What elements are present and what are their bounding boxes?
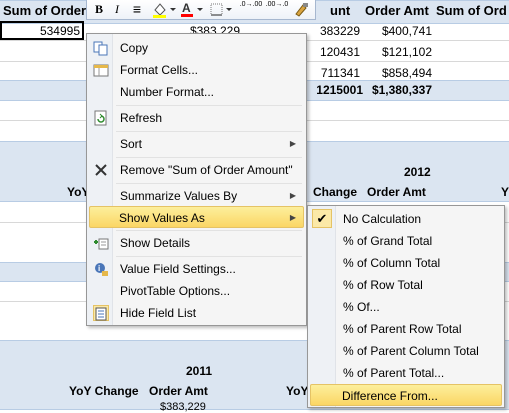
format-painter-icon [295,3,308,17]
header-amount[interactable]: unt [330,3,350,18]
bottom-partial-value: $383,229 [160,401,206,413]
show-details-icon [93,235,109,251]
menu-item-sort[interactable]: Sort ▶ [89,133,304,155]
submenu-item-pct-of[interactable]: % Of... [310,296,502,318]
cell-c2[interactable]: 120431 [300,45,360,59]
menu-item-label: Format Cells... [120,63,199,77]
menu-item-show-values-as[interactable]: Show Values As ▶ [89,206,304,228]
cell-d3[interactable]: $858,494 [370,66,432,80]
header-sum-of-order-right[interactable]: Sum of Ord [436,3,507,18]
format-painter-button[interactable] [291,1,311,18]
remove-icon [93,162,109,178]
fill-color-icon [153,3,176,18]
menu-item-pivottable-options[interactable]: PivotTable Options... [89,280,304,302]
menu-item-label: Summarize Values By [120,189,238,203]
submenu-item-label: % Of... [343,300,380,314]
submenu-item-label: % of Grand Total [343,234,433,248]
submenu-item-label: % of Parent Row Total [343,322,462,336]
submenu-item-label: % of Row Total [343,278,423,292]
menu-item-summarize-values-by[interactable]: Summarize Values By ▶ [89,185,304,207]
header-sum-of-order[interactable]: Sum of Order [3,3,86,18]
menu-item-format-cells[interactable]: Format Cells... [89,59,304,81]
section2-year: 2012 [404,165,431,179]
context-menu: Copy Format Cells... Number Format... Re… [86,33,307,326]
submenu-item-no-calculation[interactable]: ✔ No Calculation [310,208,502,230]
menu-item-hide-field-list[interactable]: Hide Field List [89,302,304,324]
italic-button[interactable]: I [109,1,125,18]
mini-toolbar: B I ≡ A .0→.00 .00→.0 [86,0,316,20]
submenu-item-pct-parent-row-total[interactable]: % of Parent Row Total [310,318,502,340]
submenu-item-pct-grand-total[interactable]: % of Grand Total [310,230,502,252]
field-list-icon [93,305,109,321]
section3-year: 2011 [186,364,213,378]
field-settings-icon: i [93,261,109,277]
submenu-item-pct-parent-total[interactable]: % of Parent Total... [310,362,502,384]
increase-decimal-button[interactable]: .0→.00 [239,1,263,18]
section3-yoy-partial: YoY [286,384,309,398]
header-order-amt[interactable]: Order Amt [365,3,429,18]
menu-item-show-details[interactable]: Show Details [89,232,304,254]
menu-separator [116,157,302,158]
submenu-item-difference-from[interactable]: Difference From... [310,384,502,406]
menu-separator [116,256,302,257]
refresh-icon [93,110,109,126]
menu-item-number-format[interactable]: Number Format... [89,81,304,103]
copy-icon [93,40,109,56]
total-d[interactable]: $1,380,337 [366,83,432,97]
menu-item-label: Remove "Sum of Order Amount" [120,163,293,177]
font-color-button[interactable]: A [179,1,205,18]
show-values-as-submenu: ✔ No Calculation % of Grand Total % of C… [307,205,505,408]
section2-order-amt: Order Amt [367,185,426,199]
submenu-item-label: % of Column Total [343,256,441,270]
submenu-item-label: % of Parent Total... [343,366,445,380]
cell-d2[interactable]: $121,102 [370,45,432,59]
cell-d1[interactable]: $400,741 [370,24,432,38]
menu-item-copy[interactable]: Copy [89,37,304,59]
menu-separator [116,230,302,231]
submenu-item-label: No Calculation [343,212,422,226]
menu-item-remove[interactable]: Remove "Sum of Order Amount" [89,159,304,181]
section3-yoy-change: YoY Change [69,384,139,398]
menu-separator [116,183,302,184]
submenu-item-pct-parent-column-total[interactable]: % of Parent Column Total [310,340,502,362]
decrease-decimal-button[interactable]: .00→.0 [265,1,289,18]
submenu-arrow-icon: ▶ [289,213,296,222]
menu-item-label: Sort [120,137,143,151]
svg-text:i: i [98,264,100,273]
format-cells-icon [93,62,109,78]
menu-item-refresh[interactable]: Refresh [89,107,304,129]
borders-icon [210,3,232,16]
submenu-item-label: Difference From... [342,389,438,403]
cell-c3[interactable]: 711341 [300,66,360,80]
submenu-item-label: % of Parent Column Total [343,344,479,358]
menu-item-label: Copy [120,41,149,55]
submenu-item-pct-row-total[interactable]: % of Row Total [310,274,502,296]
menu-separator [116,131,302,132]
section2-change: Change [313,185,358,199]
svg-text:A: A [182,1,191,15]
menu-item-value-field-settings[interactable]: i Value Field Settings... [89,258,304,280]
font-color-icon: A [181,1,203,17]
borders-button[interactable] [209,1,235,18]
menu-item-label: Hide Field List [120,306,197,320]
total-c[interactable]: 1215001 [300,83,363,97]
section2-yoy-right: Y [501,185,509,199]
section3-order-amt: Order Amt [149,384,208,398]
menu-item-label: Show Details [120,236,191,250]
cell-c1[interactable]: 383229 [300,24,360,38]
submenu-item-pct-column-total[interactable]: % of Column Total [310,252,502,274]
menu-item-label: Refresh [120,111,163,125]
menu-item-label: Value Field Settings... [120,262,236,276]
menu-item-label: Number Format... [120,85,215,99]
menu-separator [116,105,302,106]
cell-a1[interactable]: 534995 [20,24,80,38]
align-center-button[interactable]: ≡ [129,1,145,18]
submenu-arrow-icon: ▶ [289,139,296,148]
menu-item-label: Show Values As [119,211,205,225]
submenu-arrow-icon: ▶ [289,191,296,200]
bold-button[interactable]: B [91,1,107,18]
menu-item-label: PivotTable Options... [120,284,231,298]
checkmark-icon: ✔ [312,209,332,228]
fill-color-button[interactable] [151,1,177,18]
